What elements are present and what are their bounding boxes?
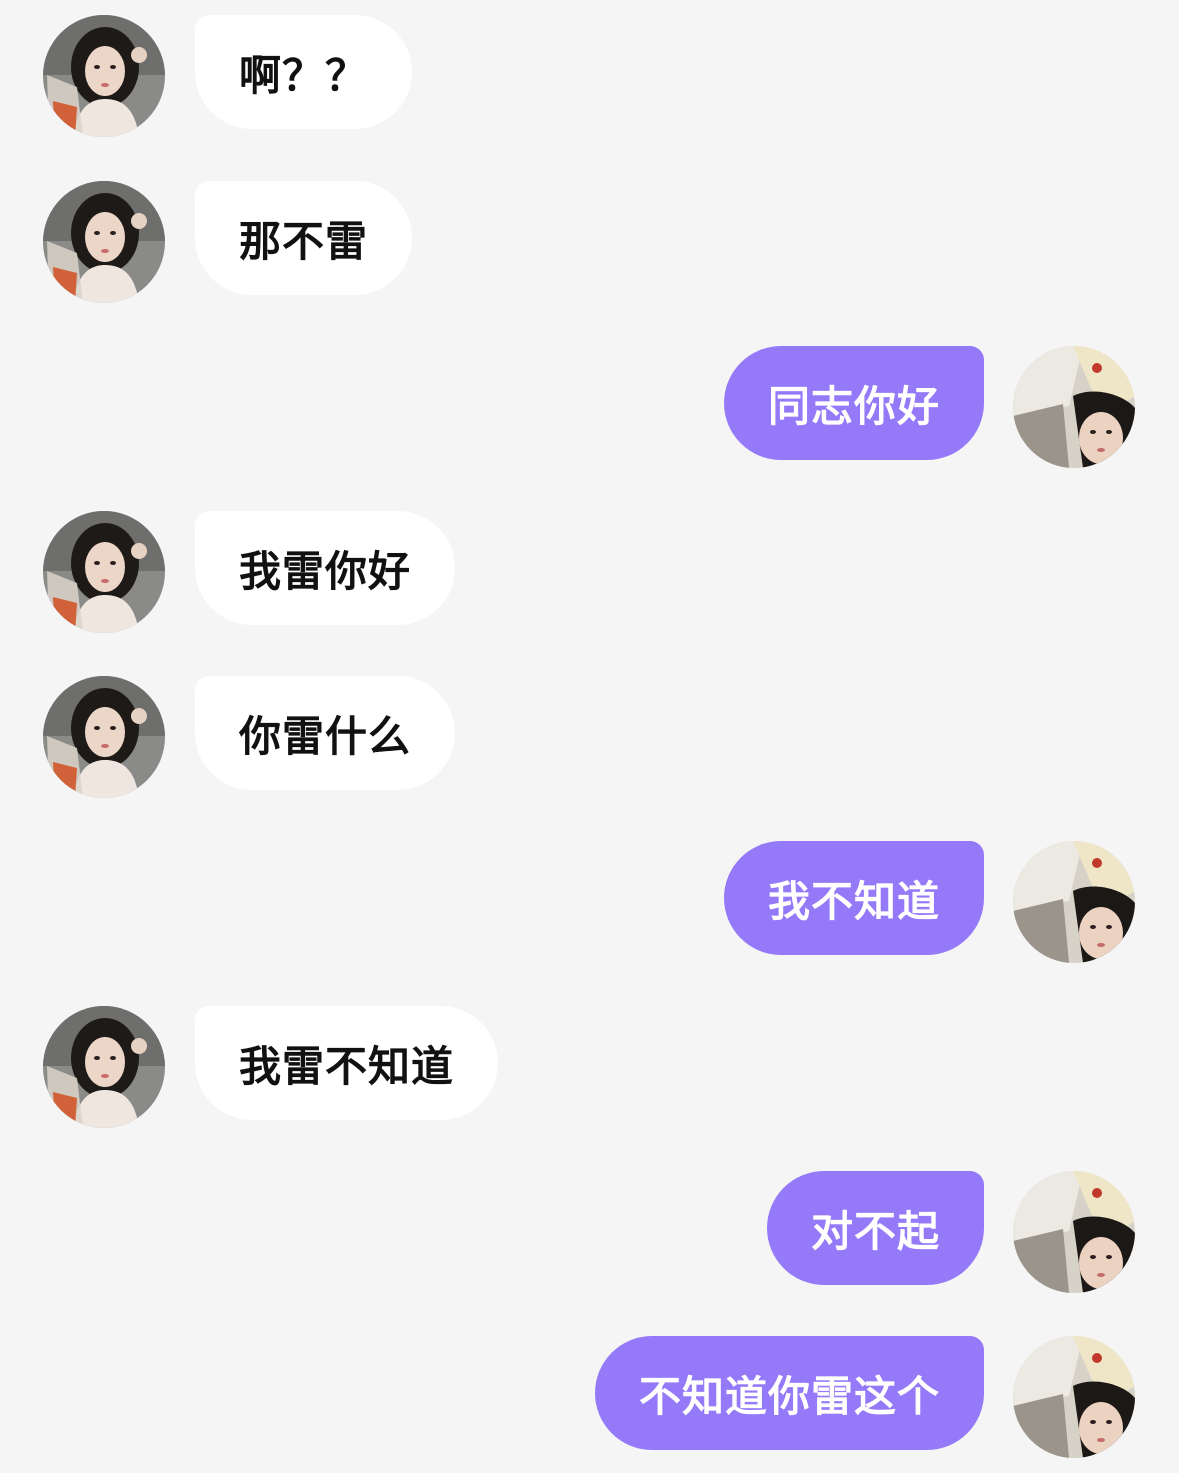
user-avatar[interactable]: [1013, 1336, 1135, 1458]
message-bubble-outgoing[interactable]: 我不知道: [723, 841, 984, 955]
message-row-outgoing: 对不起: [0, 1171, 1179, 1293]
user-avatar[interactable]: [1013, 346, 1135, 468]
message-row-incoming: 那不雷: [0, 181, 1179, 303]
message-bubble-incoming[interactable]: 啊？？: [195, 15, 413, 129]
contact-avatar[interactable]: [43, 511, 165, 633]
message-row-incoming: 我雷你好: [0, 511, 1179, 633]
user-avatar[interactable]: [1013, 841, 1135, 963]
contact-avatar[interactable]: [43, 1006, 165, 1128]
message-row-outgoing: 不知道你雷这个: [0, 1336, 1179, 1458]
message-row-incoming: 你雷什么: [0, 676, 1179, 798]
contact-avatar[interactable]: [43, 181, 165, 303]
message-row-incoming: 啊？？: [0, 15, 1179, 137]
message-bubble-incoming[interactable]: 我雷你好: [195, 511, 456, 625]
message-bubble-incoming[interactable]: 那不雷: [195, 181, 413, 295]
contact-avatar[interactable]: [43, 15, 165, 137]
message-bubble-outgoing[interactable]: 同志你好: [723, 346, 984, 460]
message-bubble-outgoing[interactable]: 不知道你雷这个: [594, 1336, 984, 1450]
message-bubble-incoming[interactable]: 你雷什么: [195, 676, 456, 790]
message-bubble-outgoing[interactable]: 对不起: [766, 1171, 984, 1285]
chat-thread[interactable]: 啊？？ 那不雷 同志你好 我雷你好 你雷什么 我不知道 我雷不知道 对不起 不知…: [0, 0, 1179, 1473]
contact-avatar[interactable]: [43, 676, 165, 798]
message-row-incoming: 我雷不知道: [0, 1006, 1179, 1128]
message-bubble-incoming[interactable]: 我雷不知道: [195, 1006, 499, 1120]
message-row-outgoing: 我不知道: [0, 841, 1179, 963]
message-row-outgoing: 同志你好: [0, 346, 1179, 468]
user-avatar[interactable]: [1013, 1171, 1135, 1293]
